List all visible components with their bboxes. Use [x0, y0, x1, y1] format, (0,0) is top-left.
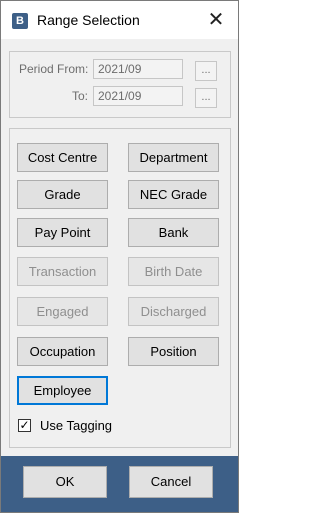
period-from-label: Period From:: [19, 62, 89, 76]
use-tagging-checkbox[interactable]: ✓: [18, 419, 31, 432]
engaged-button[interactable]: Engaged: [17, 297, 108, 326]
nec-grade-button[interactable]: NEC Grade: [128, 180, 219, 209]
cost-centre-button[interactable]: Cost Centre: [17, 143, 108, 172]
dialog-footer: OK Cancel: [1, 456, 238, 512]
use-tagging-label: Use Tagging: [40, 418, 113, 433]
employee-button[interactable]: Employee: [17, 376, 108, 405]
transaction-button[interactable]: Transaction: [17, 257, 108, 286]
window-title: Range Selection: [37, 12, 140, 28]
period-from-field[interactable]: 2021/09: [93, 59, 183, 79]
department-button[interactable]: Department: [128, 143, 219, 172]
grade-button[interactable]: Grade: [17, 180, 108, 209]
pay-point-button[interactable]: Pay Point: [17, 218, 108, 247]
period-group: Period From: 2021/09 ... To: 2021/09 ...: [9, 51, 231, 118]
cancel-button[interactable]: Cancel: [129, 466, 213, 498]
birth-date-button[interactable]: Birth Date: [128, 257, 219, 286]
close-icon[interactable]: ✕: [203, 7, 229, 33]
app-icon: B: [12, 13, 28, 29]
occupation-button[interactable]: Occupation: [17, 337, 108, 366]
position-button[interactable]: Position: [128, 337, 219, 366]
bank-button[interactable]: Bank: [128, 218, 219, 247]
ok-button[interactable]: OK: [23, 466, 107, 498]
period-to-browse-button[interactable]: ...: [195, 88, 217, 108]
title-bar: B Range Selection ✕: [1, 1, 238, 39]
period-to-label: To:: [72, 89, 89, 103]
discharged-button[interactable]: Discharged: [128, 297, 219, 326]
range-selection-dialog: B Range Selection ✕ Period From: 2021/09…: [0, 0, 239, 513]
period-to-field[interactable]: 2021/09: [93, 86, 183, 106]
period-from-browse-button[interactable]: ...: [195, 61, 217, 81]
